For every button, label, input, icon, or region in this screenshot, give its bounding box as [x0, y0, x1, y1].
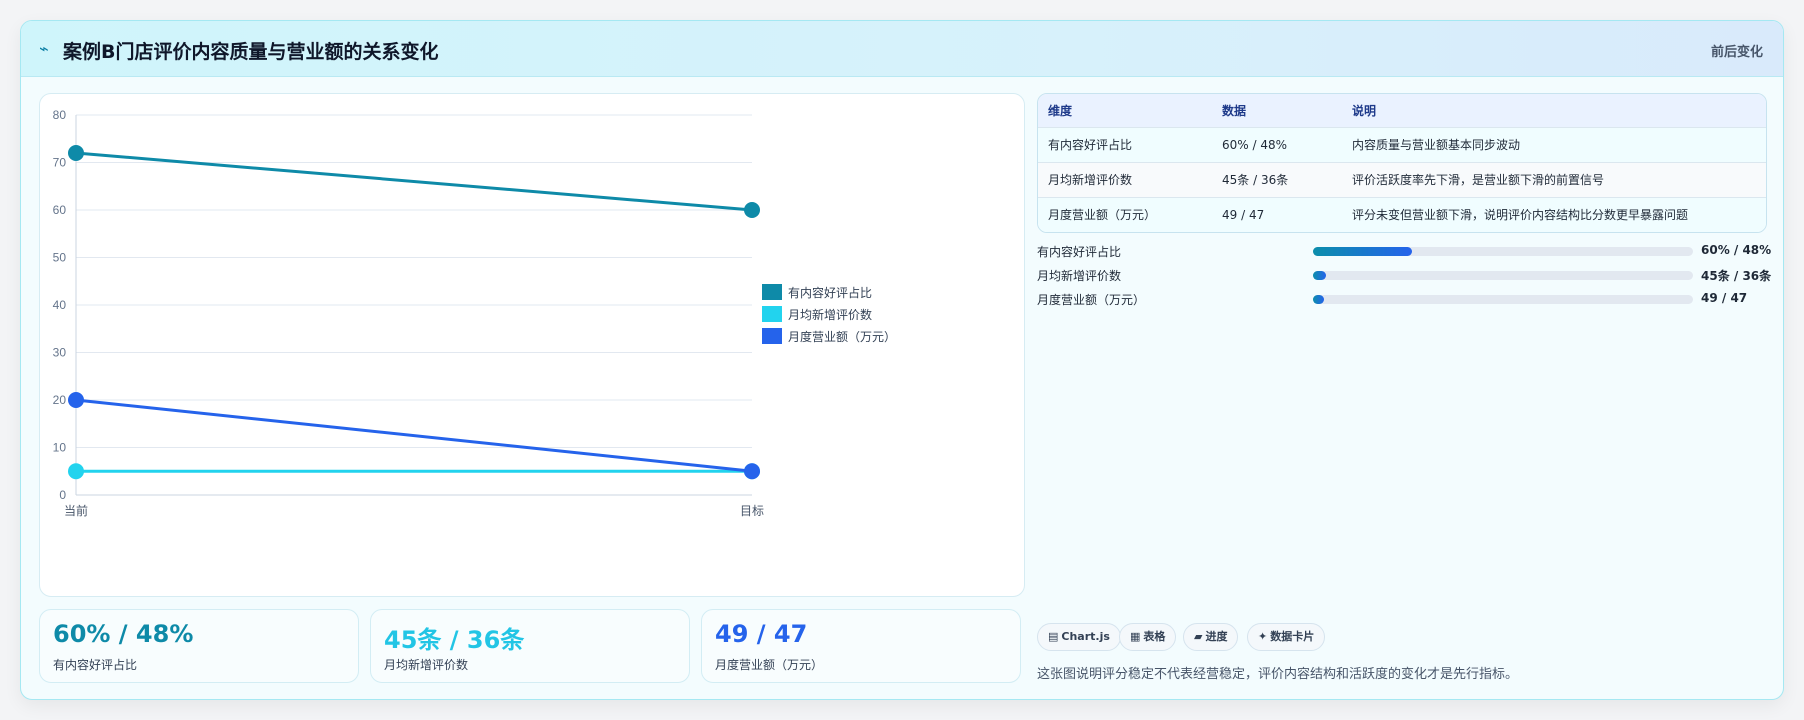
- legend-label: 有内容好评占比: [788, 285, 872, 300]
- progress-label: 月度营业额（万元）: [1037, 293, 1146, 307]
- y-tick-label: 50: [53, 251, 67, 265]
- y-tick-label: 10: [53, 441, 67, 455]
- data-point: [744, 202, 760, 218]
- card-header: ⌁ 案例B门店评价内容质量与营业额的关系变化 前后变化: [21, 21, 1783, 77]
- y-tick-label: 70: [53, 156, 67, 170]
- compare-label: 前后变化: [1710, 45, 1763, 60]
- y-tick-label: 40: [53, 298, 67, 312]
- stat-label: 有内容好评占比: [53, 658, 138, 672]
- table-cell: 评分未变但营业额下滑，说明评价内容结构比分数更早暴露问题: [1342, 196, 1766, 232]
- stat-label: 月均新增评价数: [384, 658, 469, 672]
- table-cell: 49 / 47: [1212, 196, 1342, 232]
- stat-card: 60% / 48% 有内容好评占比: [39, 609, 359, 683]
- progress-track: [1313, 271, 1693, 280]
- column-header: 数据: [1212, 94, 1342, 127]
- legend-swatch: [762, 306, 782, 322]
- progress-label: 月均新增评价数: [1037, 269, 1122, 283]
- data-point: [744, 463, 760, 480]
- line-chart-panel: 0 10 20 30 40 50 60 70 80 当前 目标 有内容好评占比 月均新增评价数月度营业额…: [39, 93, 1025, 597]
- progress-value: 45条 / 36条: [1701, 269, 1772, 283]
- progress-row: 月度营业额（万元） 49 / 47: [1037, 289, 1769, 309]
- legend-label: 月均新增评价数: [788, 307, 872, 322]
- table-cell: 内容质量与营业额基本同步波动: [1342, 126, 1766, 162]
- y-tick-label: 60: [53, 203, 67, 217]
- legend-swatch: [762, 284, 782, 300]
- table-row: 月均新增评价数 45条 / 36条 评价活跃度率先下滑，是营业额下滑的前置信号: [1038, 161, 1766, 197]
- table-cell: 月均新增评价数: [1038, 161, 1212, 197]
- data-table: 维度 数据 说明 有内容好评占比 60% / 48% 内容质量与营业额基本同步波…: [1037, 93, 1767, 233]
- table-cell: 有内容好评占比: [1038, 126, 1212, 162]
- stat-value: 49 / 47: [715, 620, 808, 648]
- table-cell: 月度营业额（万元）: [1038, 196, 1212, 232]
- data-point: [68, 145, 84, 161]
- stat-label: 月度营业额（万元）: [715, 658, 824, 672]
- stat-value: 60% / 48%: [53, 620, 194, 648]
- tag-label: 进度: [1205, 630, 1228, 643]
- column-header: 说明: [1342, 94, 1766, 127]
- tag-label: 数据卡片: [1270, 630, 1315, 643]
- chart-icon: ▤: [1048, 630, 1059, 643]
- column-header: 维度: [1038, 94, 1212, 127]
- stat-card: 45条 / 36条 月均新增评价数: [370, 609, 690, 683]
- line-chart: 0 10 20 30 40 50 60 70 80 当前 目标 有内容好评占比月均新增评价数月度营业额…: [53, 108, 896, 518]
- chart-line-icon: ⌁: [39, 39, 49, 58]
- data-point: [68, 463, 84, 480]
- series-line: [75, 151, 753, 212]
- progress-value: 49 / 47: [1701, 291, 1748, 305]
- tag-data-card[interactable]: ✦ 数据卡片: [1247, 623, 1326, 651]
- legend-swatch: [762, 328, 782, 344]
- tag-label: 表格: [1143, 630, 1166, 643]
- stat-card: 49 / 47 月度营业额（万元）: [701, 609, 1021, 683]
- page-title: 案例B门店评价内容质量与营业额的关系变化: [63, 41, 439, 63]
- data-point: [68, 392, 84, 408]
- footnote: 这张图说明评分稳定不代表经营稳定，评价内容结构和活跃度的变化才是先行指标。: [1037, 667, 1519, 682]
- y-tick-label: 80: [53, 108, 67, 122]
- progress-fill: [1313, 247, 1412, 256]
- table-row: 有内容好评占比 60% / 48% 内容质量与营业额基本同步波动: [1038, 126, 1766, 162]
- x-tick-label: 当前: [64, 503, 88, 518]
- tag-label: Chart.js: [1061, 630, 1110, 643]
- progress-value: 60% / 48%: [1701, 243, 1772, 257]
- progress-track: [1313, 247, 1693, 256]
- legend-label: 月度营业额（万元）: [788, 329, 896, 344]
- x-tick-label: 目标: [740, 504, 764, 518]
- y-tick-label: 0: [59, 488, 66, 502]
- progress-row: 有内容好评占比 60% / 48%: [1037, 241, 1772, 261]
- progress-track: [1313, 295, 1693, 304]
- y-tick-label: 30: [53, 346, 67, 360]
- table-cell: 45条 / 36条: [1212, 161, 1342, 197]
- sparkle-icon: ✦: [1258, 630, 1268, 643]
- table-cell: 评价活跃度率先下滑，是营业额下滑的前置信号: [1342, 161, 1766, 197]
- tag-progress[interactable]: ▰ 进度: [1183, 623, 1239, 651]
- progress-fill: [1313, 271, 1327, 280]
- series-line: [75, 398, 753, 473]
- table-cell: 60% / 48%: [1212, 126, 1342, 162]
- progress-label: 有内容好评占比: [1037, 245, 1122, 259]
- tag-chartjs[interactable]: ▤ Chart.js: [1037, 623, 1121, 651]
- table-row: 月度营业额（万元） 49 / 47 评分未变但营业额下滑，说明评价内容结构比分数…: [1038, 196, 1766, 232]
- progress-row: 月均新增评价数 45条 / 36条: [1037, 265, 1772, 285]
- report-card: ⌁ 案例B门店评价内容质量与营业额的关系变化 前后变化 0 10 20 30 40 50 6…: [20, 20, 1784, 700]
- tag-table[interactable]: ▦ 表格: [1119, 623, 1177, 651]
- progress-fill: [1313, 295, 1325, 304]
- progress-icon: ▰: [1194, 630, 1203, 643]
- stat-value: 45条 / 36条: [384, 626, 525, 654]
- y-tick-label: 20: [53, 393, 67, 407]
- table-icon: ▦: [1130, 630, 1141, 643]
